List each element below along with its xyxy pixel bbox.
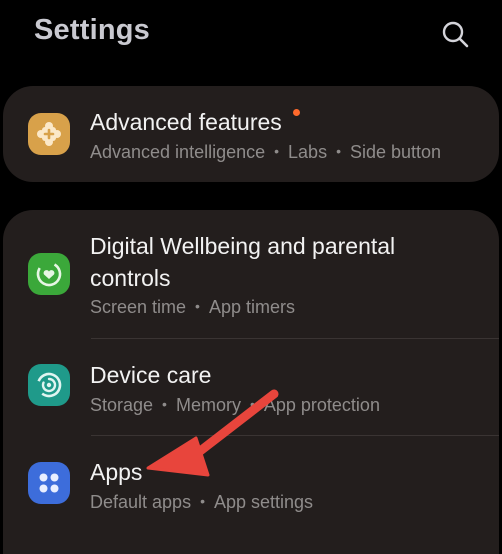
settings-item-advanced-features[interactable]: Advanced features Advanced intelligence •… xyxy=(3,86,499,182)
subtitle-part: Storage xyxy=(90,395,154,415)
settings-item-title: Digital Wellbeing and parental controls xyxy=(90,230,395,294)
subtitle-part: Memory xyxy=(175,395,241,415)
subtitle-part: App protection xyxy=(263,395,380,415)
settings-item-device-care[interactable]: Device care Storage • Memory • App protectio… xyxy=(3,339,499,435)
settings-item-subtitle: Storage • Memory • App protection xyxy=(90,395,380,415)
settings-item-title: Advanced features xyxy=(90,109,282,135)
new-badge-dot xyxy=(293,109,300,116)
settings-item-title: Apps xyxy=(90,459,143,485)
settings-card-group: Digital Wellbeing and parental controls … xyxy=(3,210,499,554)
subtitle-part: Screen time xyxy=(90,297,187,317)
device-care-icon xyxy=(28,364,70,406)
subtitle-part: Default apps xyxy=(90,492,192,512)
settings-item-digital-wellbeing[interactable]: Digital Wellbeing and parental controls … xyxy=(3,210,499,338)
settings-item-subtitle: Screen time • App timers xyxy=(90,297,295,317)
title-line: Digital Wellbeing and parental xyxy=(90,233,396,259)
puzzle-plus-icon xyxy=(28,113,70,155)
page-title: Settings xyxy=(34,14,150,46)
title-line: controls xyxy=(90,265,171,291)
settings-screen: Settings Advanced features Advanced inte… xyxy=(0,0,502,554)
subtitle-part: Labs xyxy=(288,142,328,162)
search-button[interactable] xyxy=(436,16,476,56)
search-icon xyxy=(442,21,469,48)
settings-card-advanced: Advanced features Advanced intelligence •… xyxy=(3,86,499,182)
subtitle-part: App settings xyxy=(213,492,314,512)
settings-item-subtitle: Default apps • App settings xyxy=(90,492,314,512)
settings-item-title: Device care xyxy=(90,362,212,388)
subtitle-part: Side button xyxy=(349,142,442,162)
apps-grid-icon xyxy=(28,462,70,504)
subtitle-part: Advanced intelligence xyxy=(90,142,266,162)
settings-item-apps[interactable]: Apps Default apps • App settings xyxy=(3,436,499,532)
settings-item-subtitle: Advanced intelligence • Labs • Side button xyxy=(90,142,442,162)
subtitle-part: App timers xyxy=(208,297,295,317)
wellbeing-icon xyxy=(28,253,70,295)
